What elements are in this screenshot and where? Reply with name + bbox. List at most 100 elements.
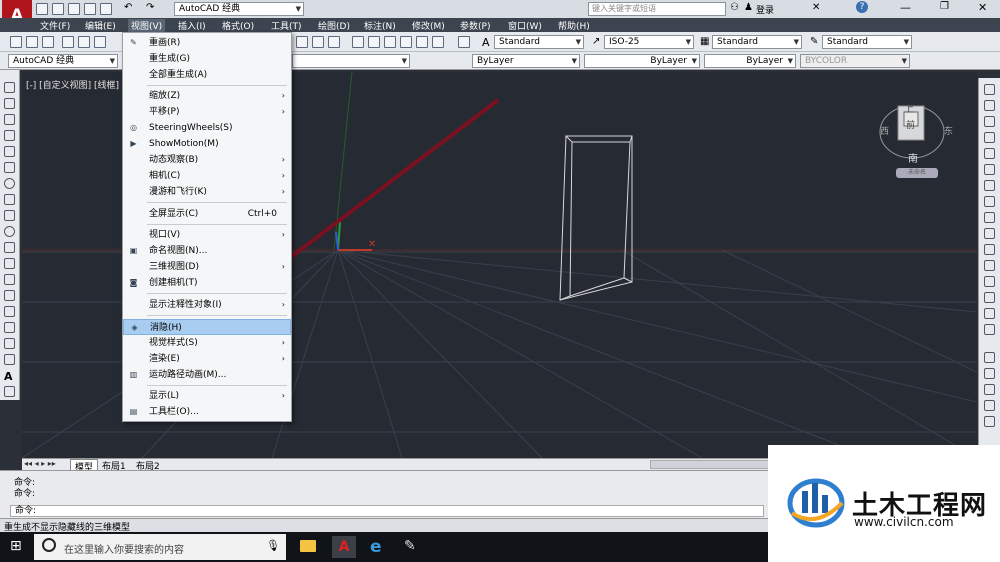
menu-item-redraw[interactable]: ✎ 重画(R) [123, 35, 291, 51]
pan-realtime-icon[interactable] [296, 36, 308, 48]
polyline-icon[interactable] [4, 114, 15, 125]
chamfer-icon[interactable] [984, 292, 995, 303]
lineweight-select[interactable]: ByLayer ▼ [704, 54, 796, 68]
menu-item-namedviews[interactable]: ▣ 命名视图(N)... [123, 243, 291, 259]
menu-item-motionpath[interactable]: ▥ 运动路径动画(M)... [123, 367, 291, 383]
tab-nav-arrows[interactable]: ◂◂ ◂ ▸ ▸▸ [24, 459, 56, 468]
revcloud-icon[interactable] [4, 194, 15, 205]
redo-icon[interactable]: ↷ [146, 2, 154, 13]
menu-view[interactable]: 视图(V) [128, 19, 166, 32]
properties-icon[interactable] [352, 36, 364, 48]
erase-icon[interactable] [984, 84, 995, 95]
plot-icon[interactable] [62, 36, 74, 48]
bring-above-icon[interactable] [984, 400, 995, 411]
gradient-icon[interactable] [4, 322, 15, 333]
region-icon[interactable] [4, 338, 15, 349]
draworder-icon[interactable] [984, 352, 995, 363]
wcs-menu[interactable]: 未命名 [896, 168, 938, 178]
workspace-select[interactable]: AutoCAD 经典 ▼ [174, 2, 304, 16]
trim-icon[interactable] [984, 228, 995, 239]
taskbar-search-box[interactable]: 在这里输入你要搜索的内容 🎙 [34, 534, 286, 560]
menu-item-regen[interactable]: 重生成(G) [123, 51, 291, 67]
menu-help[interactable]: 帮助(H) [558, 19, 590, 32]
menu-item-showmotion[interactable]: ▶ ShowMotion(M) [123, 136, 291, 152]
autocad-task-icon[interactable]: A [332, 536, 356, 558]
menu-item-viewports[interactable]: 视口(V) › [123, 227, 291, 243]
insert-block-icon[interactable] [4, 258, 15, 269]
move-icon[interactable] [984, 164, 995, 175]
menu-item-regenall[interactable]: 全部重生成(A) [123, 67, 291, 83]
join-icon[interactable] [984, 276, 995, 287]
add-selected-icon[interactable] [4, 386, 15, 397]
break-icon[interactable] [984, 260, 995, 271]
paint-app-icon[interactable]: ✎ [404, 538, 416, 554]
viewcube-south-label[interactable]: 南 [908, 150, 918, 165]
extend-icon[interactable] [984, 244, 995, 255]
menu-item-render[interactable]: 渲染(E) › [123, 351, 291, 367]
send-back-icon[interactable] [984, 384, 995, 395]
login-link[interactable]: 登录 [756, 3, 774, 16]
viewcube-face-label[interactable]: 前 [906, 118, 915, 131]
scale-icon[interactable] [984, 196, 995, 207]
exchange-icon[interactable]: ✕ [812, 2, 820, 13]
menu-item-createcamera[interactable]: ◙ 创建相机(T) [123, 275, 291, 291]
ellipse-icon[interactable] [4, 226, 15, 237]
viewcube-west-label[interactable]: 西 [880, 124, 889, 137]
mtext-icon[interactable]: A [4, 370, 13, 383]
mleaderstyle-select[interactable]: Standard ▼ [822, 35, 912, 49]
color-select[interactable]: ByLayer ▼ [472, 54, 580, 68]
menu-modify[interactable]: 修改(M) [412, 19, 445, 32]
make-block-icon[interactable] [4, 274, 15, 285]
minimize-button[interactable]: — [900, 1, 911, 14]
construction-line-icon[interactable] [4, 98, 15, 109]
menu-item-walkfly[interactable]: 漫游和飞行(K) › [123, 184, 291, 200]
menu-window[interactable]: 窗口(W) [508, 19, 542, 32]
menu-item-camera[interactable]: 相机(C) › [123, 168, 291, 184]
menu-tools[interactable]: 工具(T) [271, 19, 302, 32]
toolpalette-icon[interactable] [384, 36, 396, 48]
copy-icon[interactable] [984, 100, 995, 111]
zoom-realtime-icon[interactable] [312, 36, 324, 48]
stretch-icon[interactable] [984, 212, 995, 223]
table-icon[interactable] [4, 354, 15, 365]
textstyle-select[interactable]: Standard ▼ [494, 35, 584, 49]
menu-item-annotative[interactable]: 显示注释性对象(I) › [123, 297, 291, 313]
array-icon[interactable] [984, 148, 995, 159]
rectangle-icon[interactable] [4, 146, 15, 157]
open-icon[interactable] [52, 3, 64, 15]
hatch-icon[interactable] [4, 306, 15, 317]
menu-dimension[interactable]: 标注(N) [364, 19, 396, 32]
sheetset-icon[interactable] [400, 36, 412, 48]
qsave-icon[interactable] [42, 36, 54, 48]
dimstyle-select[interactable]: ISO-25 ▼ [604, 35, 694, 49]
menu-item-3dviews[interactable]: 三维视图(D) › [123, 259, 291, 275]
file-explorer-icon[interactable] [300, 540, 316, 552]
menu-item-zoom[interactable]: 缩放(Z) › [123, 88, 291, 104]
undo-icon[interactable]: ↶ [124, 2, 132, 13]
arc-icon[interactable] [4, 162, 15, 173]
zoom-window-icon[interactable] [328, 36, 340, 48]
polygon-icon[interactable] [4, 130, 15, 141]
ellipse-arc-icon[interactable] [4, 242, 15, 253]
menu-draw[interactable]: 绘图(D) [318, 19, 350, 32]
menu-format[interactable]: 格式(O) [222, 19, 254, 32]
title-search-box[interactable]: 键入关键字或短语 [588, 2, 726, 16]
help-icon[interactable]: ? [856, 1, 868, 13]
linetype-select[interactable]: ByLayer ▼ [584, 54, 700, 68]
save-icon[interactable] [68, 3, 80, 15]
command-input[interactable]: 命令: [10, 505, 764, 517]
user-icon[interactable]: ♟ [744, 2, 753, 13]
qopen-icon[interactable] [26, 36, 38, 48]
publish-icon[interactable] [94, 36, 106, 48]
preview-icon[interactable] [78, 36, 90, 48]
menu-edit[interactable]: 编辑(E) [85, 19, 116, 32]
markup-icon[interactable] [416, 36, 428, 48]
workspace-combo[interactable]: AutoCAD 经典 ▼ [8, 54, 118, 68]
menu-item-display[interactable]: 显示(L) › [123, 388, 291, 404]
tablestyle-select[interactable]: Standard ▼ [712, 35, 802, 49]
spline-icon[interactable] [4, 210, 15, 221]
circle-icon[interactable] [4, 178, 15, 189]
menu-insert[interactable]: 插入(I) [178, 19, 206, 32]
menu-item-orbit[interactable]: 动态观察(B) › [123, 152, 291, 168]
viewcube-east-label[interactable]: 东 [944, 124, 953, 137]
